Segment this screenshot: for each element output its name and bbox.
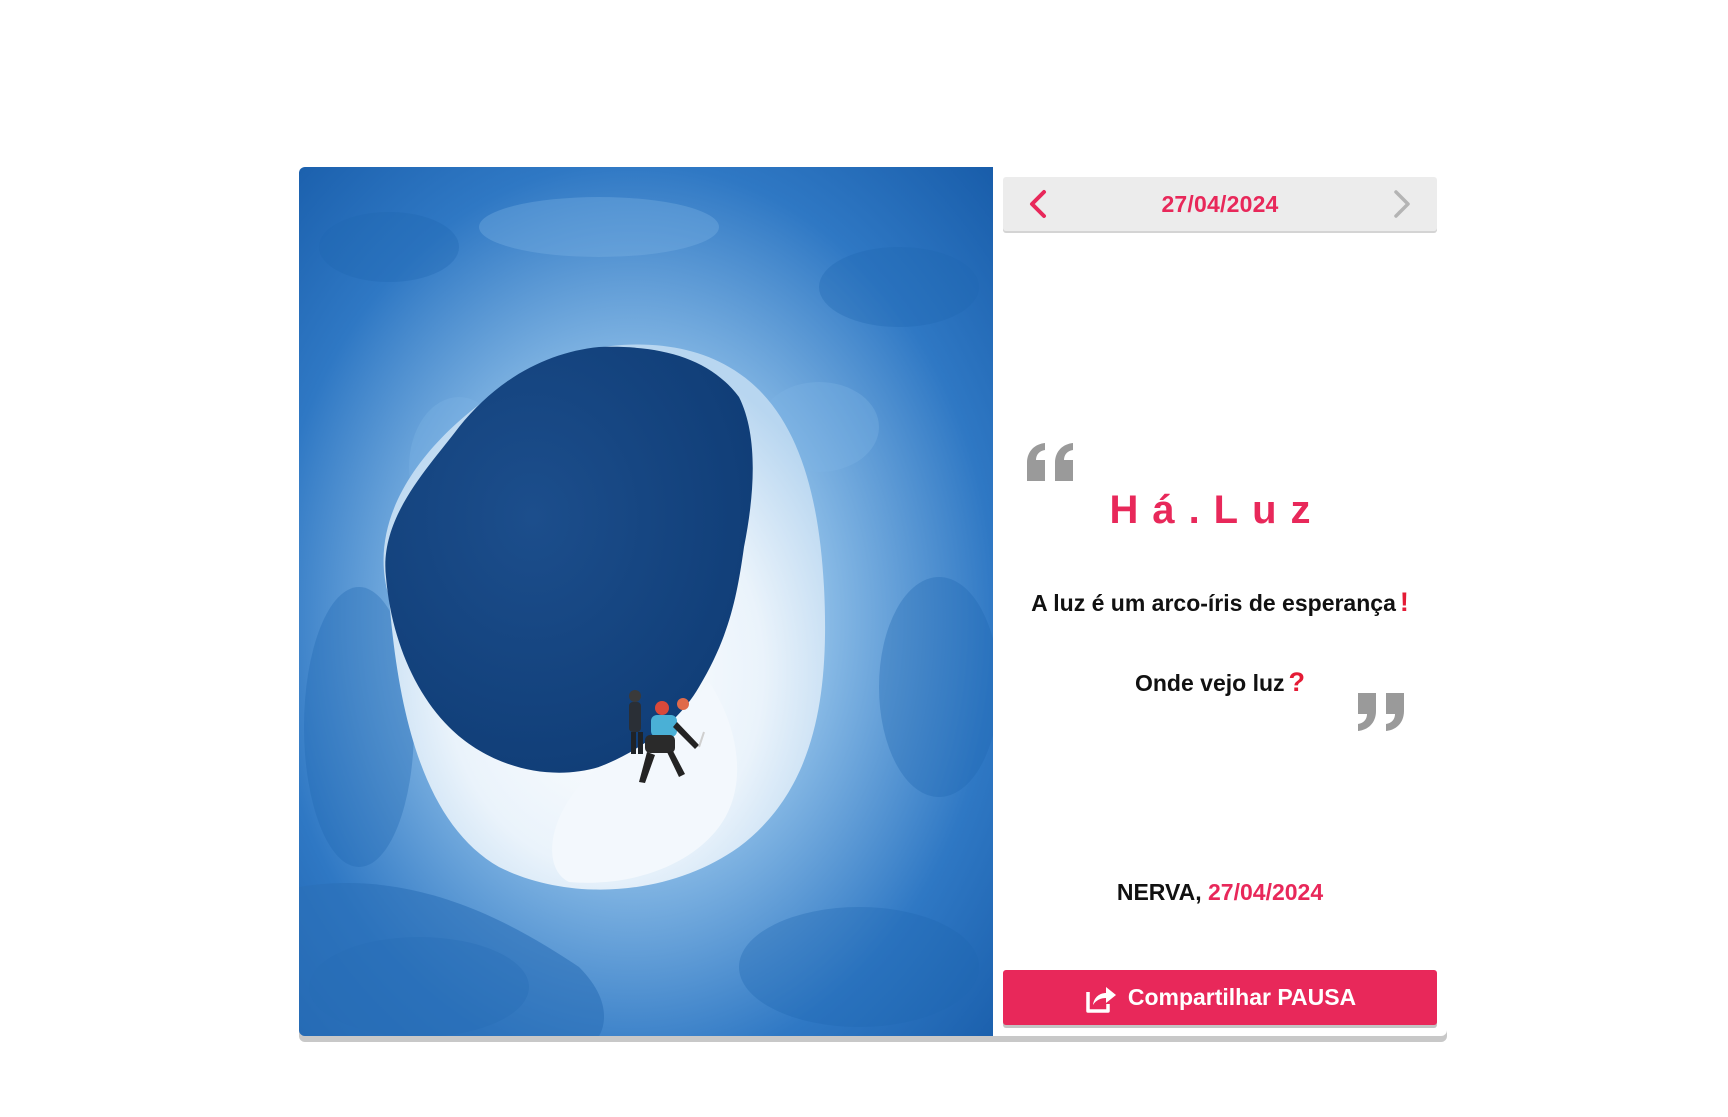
share-icon [1084,982,1118,1014]
chevron-right-icon [1394,190,1410,218]
date-navigator: 27/04/2024 [1003,177,1437,231]
share-button[interactable]: Compartilhar PAUSA [1003,970,1437,1025]
quote-line-1-text: A luz é um arco-íris de esperança [1031,590,1396,616]
exclamation-mark: ! [1399,587,1409,617]
signature-date: 27/04/2024 [1208,879,1324,905]
share-button-label: Compartilhar PAUSA [1127,984,1357,1010]
chevron-left-icon [1030,190,1046,218]
signature: NERVA, 27/04/2024 [1003,879,1437,906]
signature-author: NERVA, [1116,879,1202,905]
quote-close-icon [1352,689,1408,738]
quote-card: 27/04/2024 Há.Luz A luz é um arco-íris d… [299,167,1447,1036]
quote-line-1: A luz é um arco-íris de esperança! [1003,587,1437,618]
featured-photo [299,167,993,1036]
question-mark: ? [1288,667,1306,697]
quote-title: Há.Luz [1109,488,1325,532]
next-day-button[interactable] [1367,177,1437,231]
current-date: 27/04/2024 [1161,190,1279,217]
quote-panel: 27/04/2024 Há.Luz A luz é um arco-íris d… [1003,167,1437,1036]
prev-day-button[interactable] [1003,177,1073,231]
quote-open-icon [1023,441,1079,490]
quote-line-2-text: Onde vejo luz [1134,670,1285,696]
